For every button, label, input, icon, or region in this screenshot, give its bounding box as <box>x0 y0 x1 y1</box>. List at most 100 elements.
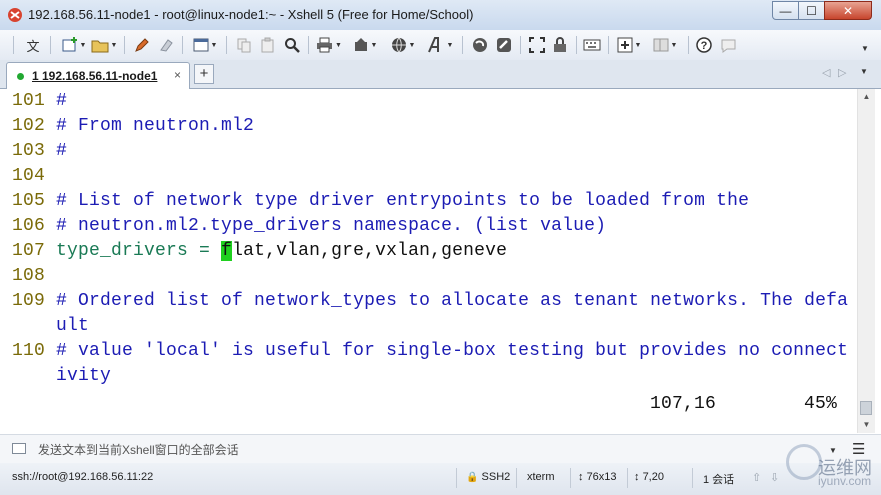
toolbar-separator <box>182 36 183 54</box>
copy-icon <box>237 38 251 53</box>
line-number: 103 <box>12 141 46 161</box>
toolbar-separator <box>520 36 521 54</box>
open-folder-icon <box>91 40 109 52</box>
lock-icon <box>554 37 566 52</box>
line-text-rest: lat,vlan,gre,vxlan,geneve <box>232 241 508 261</box>
eraser-icon <box>160 39 173 52</box>
web-button[interactable]: ▼ <box>388 34 418 56</box>
paste-button[interactable] <box>258 34 278 56</box>
compose-window-icon[interactable] <box>12 443 26 454</box>
title-bar: 192.168.56.11-node1 - root@linux-node1:~… <box>0 0 881 31</box>
toolbar: 文 ▼ ▼ ▼ ▼ ▼ ▼ ▼ ▼ ▼ ? ▼ <box>0 30 881 61</box>
tab-bar: 1 192.168.56.11-node1 × <box>0 60 881 89</box>
line-text: # <box>45 91 68 111</box>
properties-button[interactable]: ▼ <box>190 34 220 56</box>
new-tab-button[interactable]: + <box>194 64 214 84</box>
highlight-button[interactable] <box>132 34 152 56</box>
xftp-button[interactable] <box>470 34 490 56</box>
close-button[interactable]: ✕ <box>824 1 872 20</box>
cursor-icon: ↕ <box>634 471 640 483</box>
tab-close-icon[interactable]: × <box>174 68 181 82</box>
chat-button[interactable] <box>718 34 738 56</box>
fullscreen-icon <box>529 37 545 53</box>
paste-icon <box>261 37 274 53</box>
keyboard-button[interactable] <box>582 34 602 56</box>
svg-text:?: ? <box>701 40 708 52</box>
connection-status-icon <box>17 73 24 80</box>
terminal-wrapped-line: ult <box>12 316 90 336</box>
find-button[interactable] <box>282 34 302 56</box>
print-button[interactable]: ▼ <box>314 34 344 56</box>
tab-scroll-right-icon[interactable]: ▷ <box>838 66 846 79</box>
tab-scroll-left-icon[interactable]: ◁ <box>822 66 830 79</box>
terminal-line: 103 # <box>12 139 67 164</box>
resize-icon: ↕ <box>578 471 584 483</box>
xshell-button[interactable] <box>494 34 514 56</box>
scroll-down-icon[interactable]: ▼ <box>858 417 875 433</box>
toolbar-separator <box>13 36 14 54</box>
terminal-wrapped-line: ivity <box>12 366 112 386</box>
line-number: 105 <box>12 191 46 211</box>
connection-address: ssh://root@192.168.56.11:22 <box>12 471 154 483</box>
toolbar-separator <box>50 36 51 54</box>
help-button[interactable]: ? <box>694 34 714 56</box>
terminal-type: xterm <box>527 471 555 483</box>
terminal-line: 108 <box>12 264 45 289</box>
vertical-scrollbar[interactable]: ▲ ▼ <box>857 89 875 433</box>
language-button[interactable]: 文 <box>22 34 44 56</box>
toolbar-separator <box>462 36 463 54</box>
layout-icon <box>653 38 669 52</box>
open-button[interactable]: ▼ <box>89 34 119 56</box>
status-bar: ssh://root@192.168.56.11:22 🔒 SSH2 xterm… <box>0 463 881 495</box>
maximize-button[interactable]: ☐ <box>798 1 825 20</box>
toolbar-overflow-icon[interactable]: ▼ <box>861 44 869 53</box>
line-text: # <box>45 141 68 161</box>
status-separator <box>456 468 457 488</box>
layout-button[interactable]: ▼ <box>650 34 680 56</box>
keyboard-icon <box>583 39 601 51</box>
xshell-app-icon <box>8 8 22 22</box>
line-number: 107 <box>12 241 46 261</box>
cursor-status: ↕ 7,20 <box>634 471 664 483</box>
status-separator <box>692 468 693 488</box>
scroll-up-icon[interactable]: ▲ <box>858 89 875 105</box>
fullscreen-button[interactable] <box>527 34 547 56</box>
line-text: # value 'local' is useful for single-box… <box>45 341 849 361</box>
eraser-button[interactable] <box>156 34 176 56</box>
xshell-icon <box>497 38 511 52</box>
terminal-line: 106 # neutron.ml2.type_drivers namespace… <box>12 214 606 239</box>
scrollbar-thumb[interactable] <box>860 401 872 415</box>
terminal-line: 102 # From neutron.ml2 <box>12 114 254 139</box>
line-number: 109 <box>12 291 46 311</box>
terminal-line: 109 # Ordered list of network_types to a… <box>12 289 848 314</box>
minimize-button[interactable]: — <box>772 1 799 20</box>
toolbar-separator <box>308 36 309 54</box>
line-text: # neutron.ml2.type_drivers namespace. (l… <box>45 216 607 236</box>
copy-button[interactable] <box>234 34 254 56</box>
cursor-label: 7,20 <box>642 471 664 483</box>
line-text: type_drivers = <box>45 241 222 261</box>
terminal-line: 110 # value 'local' is useful for single… <box>12 339 848 364</box>
watermark-logo <box>786 444 822 480</box>
compose-input[interactable]: 发送文本到当前Xshell窗口的全部会话 <box>38 441 239 458</box>
line-number: 106 <box>12 216 46 236</box>
download-icon: ⇩ <box>770 472 780 484</box>
terminal-line: 104 <box>12 164 45 189</box>
terminal-size: ↕ 76x13 <box>578 471 617 483</box>
font-icon <box>427 37 439 53</box>
compose-bar: 发送文本到当前Xshell窗口的全部会话 ▼ ☰ <box>0 434 881 464</box>
new-session-icon <box>62 37 77 52</box>
status-separator <box>627 468 628 488</box>
new-session-button[interactable]: ▼ <box>60 34 88 56</box>
properties-icon <box>193 38 209 52</box>
font-button[interactable]: ▼ <box>424 34 456 56</box>
terminal-area[interactable]: 101 # 102 # From neutron.ml2 103 # 104 1… <box>0 89 857 433</box>
lock-button[interactable] <box>550 34 570 56</box>
session-tab[interactable]: 1 192.168.56.11-node1 × <box>6 62 190 89</box>
add-button[interactable]: ▼ <box>614 34 644 56</box>
toolbar-separator <box>576 36 577 54</box>
transfer-button[interactable]: ▼ <box>350 34 380 56</box>
tab-list-icon[interactable]: ▼ <box>860 67 868 76</box>
window-title: 192.168.56.11-node1 - root@linux-node1:~… <box>28 7 474 22</box>
toolbar-separator <box>688 36 689 54</box>
